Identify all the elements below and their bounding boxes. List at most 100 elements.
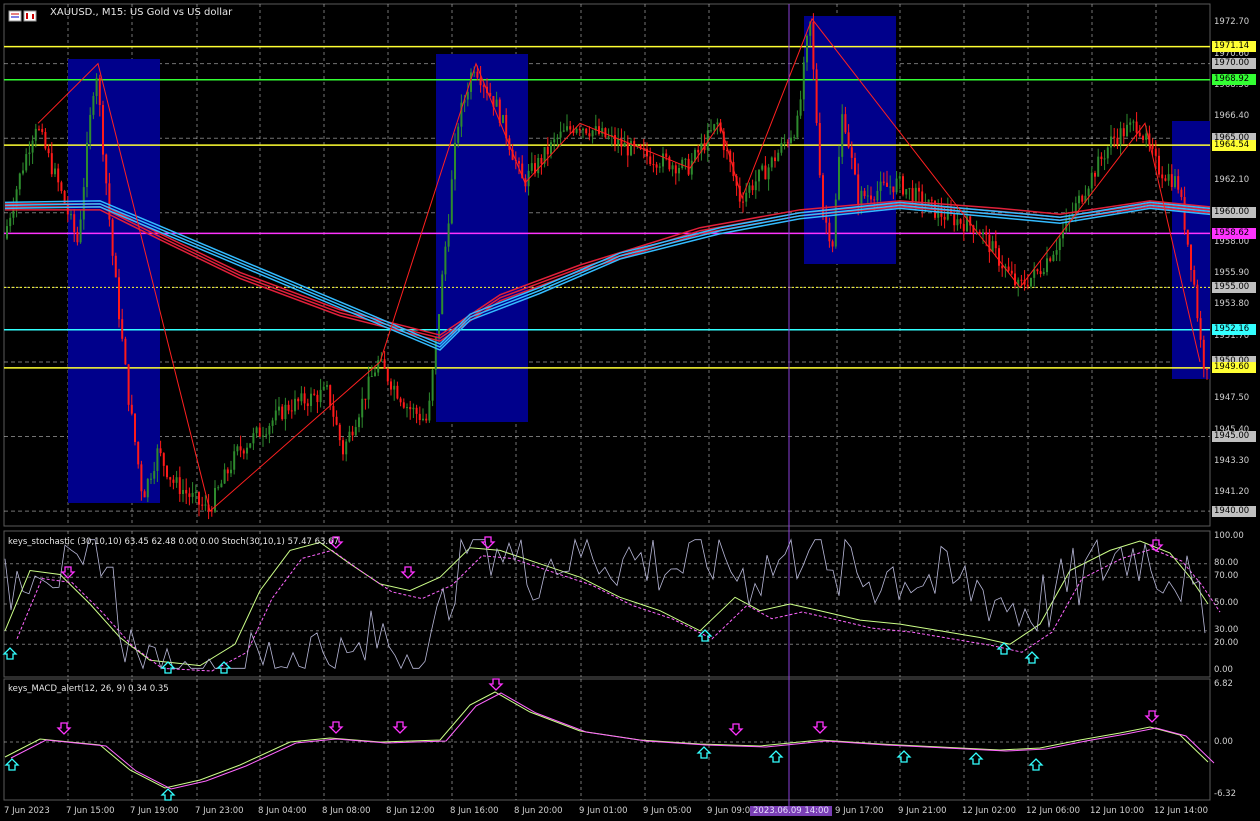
stochastic-axis-tick: 30.00 bbox=[1214, 624, 1239, 635]
candle-body bbox=[60, 182, 63, 191]
candle-body bbox=[1129, 122, 1132, 125]
candle-body bbox=[994, 241, 997, 249]
candle-body bbox=[761, 165, 764, 170]
candle-body bbox=[1122, 128, 1125, 137]
candle-body bbox=[428, 400, 431, 421]
candle-body bbox=[300, 393, 303, 402]
time-axis-tick: 9 Jun 21:00 bbox=[898, 806, 947, 816]
candle-body bbox=[607, 136, 610, 138]
candle-body bbox=[1110, 136, 1112, 148]
candle-body bbox=[863, 190, 866, 197]
candle-body bbox=[1042, 272, 1045, 275]
candle-body bbox=[386, 368, 389, 382]
candle-body bbox=[1020, 279, 1023, 281]
candle-body bbox=[226, 469, 229, 474]
price-level-label: 1945.00 bbox=[1212, 431, 1256, 442]
candle-body bbox=[233, 451, 236, 470]
candle-body bbox=[223, 469, 226, 484]
moving-average-red bbox=[5, 203, 1211, 339]
candle-body bbox=[399, 398, 402, 403]
sell-arrow-icon bbox=[56, 722, 72, 735]
candle-body bbox=[31, 140, 34, 153]
candle-body bbox=[962, 223, 965, 232]
candle-body bbox=[1119, 128, 1122, 145]
candle-body bbox=[588, 133, 591, 137]
candle-body bbox=[770, 157, 773, 168]
candle-body bbox=[41, 128, 44, 132]
candle-body bbox=[1164, 178, 1167, 181]
chart-window-icon[interactable] bbox=[8, 7, 38, 22]
candle-body bbox=[530, 163, 533, 171]
candle-body bbox=[1126, 124, 1128, 137]
candle-body bbox=[1158, 155, 1160, 175]
candle-body bbox=[537, 157, 540, 174]
time-axis-tick: 9 Jun 01:00 bbox=[579, 806, 628, 816]
candle-body bbox=[831, 241, 834, 247]
candle-body bbox=[137, 441, 140, 465]
sell-arrow-icon bbox=[328, 721, 344, 734]
candle-body bbox=[914, 187, 917, 203]
candle-body bbox=[431, 369, 434, 401]
candle-body bbox=[6, 226, 8, 239]
candle-body bbox=[1180, 189, 1183, 198]
candle-body bbox=[956, 219, 959, 226]
candle-body bbox=[294, 398, 296, 412]
candle-body bbox=[1170, 174, 1173, 188]
time-axis-tick: 8 Jun 12:00 bbox=[386, 806, 435, 816]
candle-body bbox=[105, 154, 108, 184]
candle-body bbox=[153, 470, 156, 479]
candle-body bbox=[201, 504, 204, 506]
candle-body bbox=[828, 222, 831, 242]
candle-body bbox=[860, 190, 863, 205]
candle-body bbox=[140, 464, 143, 492]
sell-arrow-icon bbox=[392, 721, 408, 734]
candle-body bbox=[1026, 284, 1029, 287]
candle-body bbox=[230, 469, 232, 474]
candle-body bbox=[1087, 188, 1090, 196]
candle-body bbox=[76, 231, 79, 243]
price-level-label: 1960.00 bbox=[1212, 207, 1256, 219]
candle-body bbox=[239, 446, 242, 451]
price-level-label: 1952.16 bbox=[1212, 324, 1256, 336]
candle-body bbox=[258, 427, 261, 437]
candle-body bbox=[870, 195, 872, 200]
candle-body bbox=[649, 156, 652, 165]
candle-body bbox=[393, 385, 396, 390]
candle-body bbox=[358, 417, 360, 428]
candle-body bbox=[191, 492, 194, 497]
time-axis-tick: 8 Jun 04:00 bbox=[258, 806, 307, 816]
candle-body bbox=[614, 135, 616, 145]
candle-body bbox=[156, 448, 159, 471]
candle-body bbox=[98, 77, 101, 106]
candle-body bbox=[585, 128, 588, 134]
candle-body bbox=[54, 168, 56, 175]
candle-body bbox=[1030, 277, 1032, 287]
moving-average-blue bbox=[4, 206, 1211, 351]
candle-body bbox=[710, 130, 712, 132]
candle-body bbox=[86, 142, 88, 188]
candle-body bbox=[1081, 195, 1084, 202]
price-level-label: 1970.00 bbox=[1212, 58, 1256, 70]
buy-arrow-icon bbox=[696, 746, 712, 759]
candle-body bbox=[198, 492, 200, 505]
candle-body bbox=[681, 159, 684, 168]
candle-body bbox=[466, 91, 469, 100]
candle-body bbox=[751, 185, 754, 191]
candle-body bbox=[332, 405, 335, 417]
buy-arrow-icon bbox=[216, 661, 232, 674]
candle-body bbox=[518, 160, 520, 164]
candle-body bbox=[329, 385, 332, 406]
candle-body bbox=[178, 477, 181, 495]
candle-body bbox=[390, 381, 392, 390]
time-axis-tick: 8 Jun 08:00 bbox=[322, 806, 371, 816]
candle-body bbox=[1151, 144, 1154, 149]
candle-body bbox=[127, 364, 130, 405]
candle-body bbox=[89, 114, 92, 143]
candle-body bbox=[918, 187, 920, 192]
candle-body bbox=[902, 176, 904, 195]
candle-body bbox=[815, 69, 818, 124]
candle-body bbox=[383, 359, 386, 369]
candle-body bbox=[361, 398, 364, 418]
chart-canvas[interactable] bbox=[0, 0, 1260, 821]
candle-body bbox=[1183, 197, 1186, 230]
